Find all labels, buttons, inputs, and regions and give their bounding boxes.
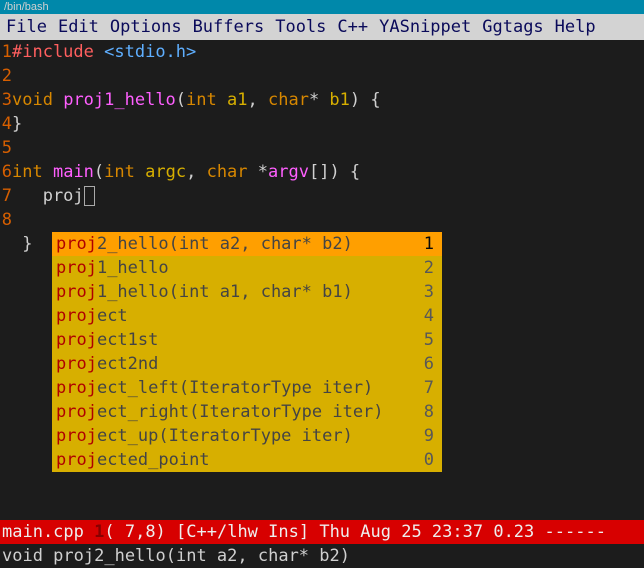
completion-suffix: ect	[97, 304, 128, 328]
completion-index: 9	[424, 424, 442, 448]
completion-index: 0	[424, 448, 442, 472]
completion-suffix: ect1st	[97, 328, 158, 352]
completion-index: 7	[424, 376, 442, 400]
menu-yasnippet[interactable]: YASnippet	[379, 16, 471, 38]
completion-item[interactable]: project_up(IteratorType iter) 9	[52, 424, 442, 448]
completion-suffix: ect_up(IteratorType iter)	[97, 424, 353, 448]
completion-prefix: proj	[56, 256, 97, 280]
cursor	[84, 186, 95, 206]
menubar: File Edit Options Buffers Tools C++ YASn…	[0, 14, 644, 40]
completion-item[interactable]: project_right(IteratorType iter) 8	[52, 400, 442, 424]
completion-suffix: ect_left(IteratorType iter)	[97, 376, 373, 400]
completion-index: 4	[424, 304, 442, 328]
editor-area[interactable]: 1#include <stdio.h> 2 3void proj1_hello(…	[0, 40, 644, 520]
completion-prefix: proj	[56, 376, 97, 400]
modeline-time: Thu Aug 25 23:37	[319, 522, 493, 542]
modeline-mode: [C++/lhw Ins]	[176, 522, 319, 542]
completion-item[interactable]: project1st 5	[52, 328, 442, 352]
line-number: 7	[0, 184, 12, 208]
completion-item[interactable]: proj1_hello(int a1, char* b1) 3	[52, 280, 442, 304]
completion-index: 3	[424, 280, 442, 304]
completion-prefix: proj	[56, 400, 97, 424]
completion-prefix: proj	[56, 232, 97, 256]
line-number: 3	[0, 88, 12, 112]
modeline-flag: 1	[94, 522, 104, 542]
completion-index: 2	[424, 256, 442, 280]
line-number: 1	[0, 40, 12, 64]
completion-suffix: ected_point	[97, 448, 210, 472]
echo-area: void proj2_hello(int a2, char* b2)	[0, 544, 644, 568]
completion-index: 1	[424, 232, 442, 256]
preproc: #include	[12, 42, 94, 62]
line-number: 2	[0, 64, 12, 88]
completion-item[interactable]: project_left(IteratorType iter) 7	[52, 376, 442, 400]
echo-text: void proj2_hello(int a2, char* b2)	[2, 546, 350, 566]
completion-index: 5	[424, 328, 442, 352]
line-number: 5	[0, 136, 12, 160]
completion-prefix: proj	[56, 448, 97, 472]
completion-prefix: proj	[56, 424, 97, 448]
completion-index: 6	[424, 352, 442, 376]
completion-prefix: proj	[56, 304, 97, 328]
line-number: 8	[0, 208, 12, 232]
typed-prefix: proj	[12, 186, 84, 206]
menu-help[interactable]: Help	[555, 16, 596, 38]
window-title: /bin/bash	[4, 1, 49, 13]
completion-suffix: 1_hello	[97, 256, 169, 280]
completion-item[interactable]: projected_point 0	[52, 448, 442, 472]
menu-buffers[interactable]: Buffers	[193, 16, 265, 38]
completion-item[interactable]: proj1_hello 2	[52, 256, 442, 280]
function-name: main	[53, 162, 94, 182]
include-path: <stdio.h>	[104, 42, 196, 62]
keyword: void	[12, 90, 53, 110]
completion-prefix: proj	[56, 352, 97, 376]
completion-prefix: proj	[56, 280, 97, 304]
modeline-position: ( 7,8)	[104, 522, 176, 542]
menu-options[interactable]: Options	[110, 16, 182, 38]
line-number: 6	[0, 160, 12, 184]
menu-file[interactable]: File	[6, 16, 47, 38]
completion-index: 8	[424, 400, 442, 424]
menu-tools[interactable]: Tools	[275, 16, 326, 38]
completion-item[interactable]: project 4	[52, 304, 442, 328]
completion-item[interactable]: proj2_hello(int a2, char* b2) 1	[52, 232, 442, 256]
menu-ggtags[interactable]: Ggtags	[482, 16, 543, 38]
completion-popup[interactable]: proj2_hello(int a2, char* b2)1proj1_hell…	[52, 232, 442, 472]
modeline-file: main.cpp	[2, 522, 94, 542]
menu-edit[interactable]: Edit	[58, 16, 99, 38]
completion-suffix: 1_hello(int a1, char* b1)	[97, 280, 353, 304]
completion-item[interactable]: project2nd 6	[52, 352, 442, 376]
completion-suffix: ect_right(IteratorType iter)	[97, 400, 384, 424]
window-titlebar: /bin/bash	[0, 0, 644, 14]
completion-suffix: 2_hello(int a2, char* b2)	[97, 232, 353, 256]
modeline: main.cpp 1( 7,8) [C++/lhw Ins] Thu Aug 2…	[0, 520, 644, 544]
menu-cpp[interactable]: C++	[337, 16, 368, 38]
line-number: 4	[0, 112, 12, 136]
function-name: proj1_hello	[63, 90, 176, 110]
completion-prefix: proj	[56, 328, 97, 352]
completion-suffix: ect2nd	[97, 352, 158, 376]
modeline-load: 0.23	[493, 522, 544, 542]
